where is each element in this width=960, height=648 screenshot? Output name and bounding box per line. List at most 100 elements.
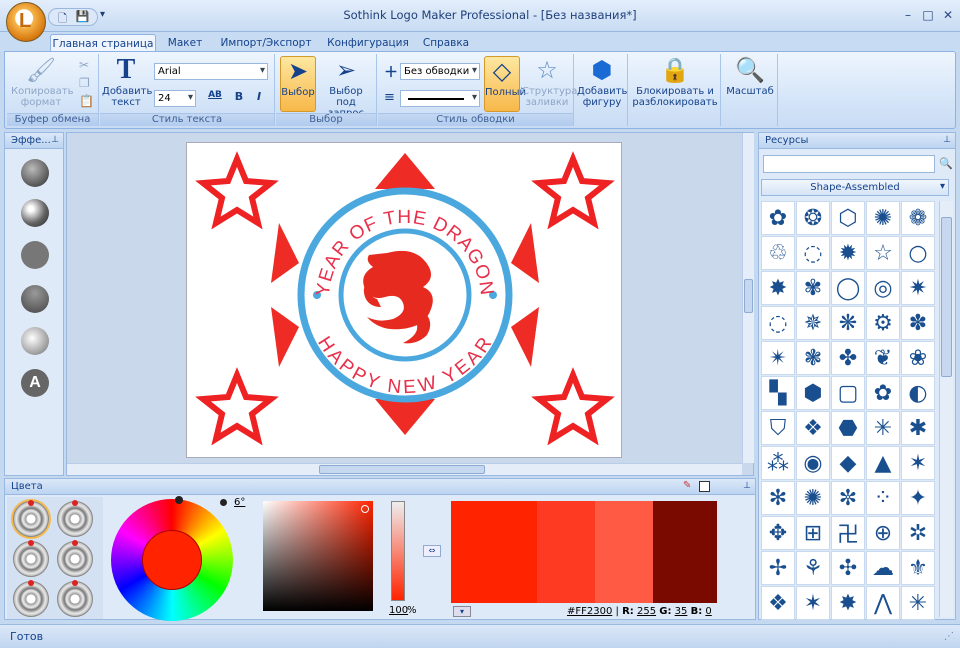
shape-tile-icon[interactable]: ❁ [901,201,935,235]
shape-tile-icon[interactable]: ⛉ [761,411,795,445]
shape-tile-icon[interactable]: ❀ [901,341,935,375]
shape-tile-icon[interactable]: ✿ [761,201,795,235]
scroll-thumb[interactable] [744,279,753,313]
shape-tile-icon[interactable]: ❖ [796,411,830,445]
picker-handle[interactable] [361,505,369,513]
select-subquery-button[interactable]: ➢ Выбор под запрос [318,56,374,119]
shape-tile-icon[interactable]: ▲ [866,446,900,480]
preset-3[interactable] [13,540,49,577]
pin-icon[interactable]: ⊥ [51,135,59,145]
shape-tile-icon[interactable]: ◐ [901,376,935,410]
shape-tile-icon[interactable]: ❂ [796,201,830,235]
white-swatch[interactable] [699,481,710,492]
resize-grip-icon[interactable]: ⋰ [944,631,954,642]
resource-category-select[interactable]: Shape-Assembled ▾ [761,179,949,196]
shape-tile-icon[interactable]: ◆ [831,446,865,480]
copy-icon[interactable]: ❐ [79,76,90,90]
copy-format-button[interactable]: 🖌 Копировать формат [11,56,73,108]
close-button[interactable]: ✕ [938,8,958,24]
preset-6[interactable] [57,580,93,617]
hex-value[interactable]: #FF2300 [567,606,612,617]
shape-tile-icon[interactable]: ☁ [866,551,900,585]
swatch-lightest[interactable] [595,501,653,603]
tab-import-export[interactable]: Импорт/Экспорт [216,34,316,52]
swatch-lighter[interactable] [537,501,595,603]
effect-text-icon[interactable]: A [21,369,49,397]
new-file-icon[interactable]: 🗋 [55,10,70,25]
shape-tile-icon[interactable]: ⁂ [761,446,795,480]
shape-tile-icon[interactable]: ◌ [761,306,795,340]
paste-icon[interactable]: 📋 [79,94,94,108]
shape-tile-icon[interactable]: ✦ [901,481,935,515]
logo-canvas[interactable]: YEAR OF THE DRAGON HAPPY NEW YEAR [186,142,622,458]
bold-button[interactable]: B [230,90,248,107]
scroll-thumb[interactable] [319,465,485,474]
shape-tile-icon[interactable]: ▢ [831,376,865,410]
add-text-button[interactable]: T Добавить текст [102,56,152,109]
shape-tile-icon[interactable]: ❖ [761,586,795,620]
shape-tile-icon[interactable]: ▚ [761,376,795,410]
shape-tile-icon[interactable]: ✻ [761,481,795,515]
shape-tile-icon[interactable]: ✴ [761,341,795,375]
shape-tile-icon[interactable]: ⊕ [866,516,900,550]
preset-5[interactable] [13,580,49,617]
shape-tile-icon[interactable]: ✢ [761,551,795,585]
shape-tile-icon[interactable]: ○ [901,236,935,270]
link-toggle-icon[interactable]: ⇔ [423,545,441,557]
shape-tile-icon[interactable]: ⋀ [866,586,900,620]
shape-tile-icon[interactable]: ❃ [796,341,830,375]
shape-tile-icon[interactable]: ◯ [831,271,865,305]
shape-tile-icon[interactable]: ✿ [866,376,900,410]
shape-tile-icon[interactable]: ✵ [796,306,830,340]
g-value[interactable]: 35 [675,606,688,617]
minimize-button[interactable]: – [898,8,918,24]
swatch-primary[interactable] [451,501,537,603]
tab-configuration[interactable]: Конфигурация [322,34,414,52]
select-button[interactable]: ➤ Выбор [280,56,316,112]
zoom-button[interactable]: 🔍 Масштаб [724,56,776,97]
horizontal-scrollbar[interactable] [67,463,742,475]
shape-tile-icon[interactable]: ✤ [831,341,865,375]
tab-home[interactable]: Главная страница [50,34,156,52]
swatch-menu-icon[interactable]: ▾ [453,606,471,617]
shape-tile-icon[interactable]: ✳ [866,411,900,445]
shape-tile-icon[interactable]: ✲ [901,516,935,550]
search-icon[interactable]: 🔍 [939,157,953,170]
tab-layout[interactable]: Макет [160,34,210,52]
preset-2[interactable] [57,500,93,537]
shape-tile-icon[interactable]: ◌ [796,236,830,270]
vertical-scrollbar[interactable] [742,133,754,463]
saturation-brightness-picker[interactable] [263,501,373,611]
pin-icon[interactable]: ⊥ [943,135,951,145]
preset-1[interactable] [13,500,49,537]
shape-tile-icon[interactable]: 卍 [831,516,865,550]
shape-tile-icon[interactable]: ♲ [761,236,795,270]
shape-tile-icon[interactable]: ✸ [761,271,795,305]
shape-tile-icon[interactable]: ⬣ [831,411,865,445]
line-style-select[interactable] [400,90,480,107]
font-size-select[interactable]: 24 [154,90,196,107]
shape-tile-icon[interactable]: ✽ [901,306,935,340]
effect-emboss[interactable] [21,327,49,355]
italic-button[interactable]: I [250,90,268,107]
opacity-value[interactable]: 100 [389,605,408,616]
resources-scrollbar[interactable] [939,201,953,617]
shape-tile-icon[interactable]: ✷ [901,271,935,305]
hue-angle[interactable]: 6° [234,497,245,508]
shape-tile-icon[interactable]: ❋ [831,306,865,340]
shape-tile-icon[interactable]: ⚙ [866,306,900,340]
shape-tile-icon[interactable]: ✥ [761,516,795,550]
pin-icon[interactable]: ⊥ [743,481,751,491]
shape-tile-icon[interactable]: ❦ [866,341,900,375]
shape-tile-icon[interactable]: ✣ [831,551,865,585]
qat-customize-icon[interactable]: ▾ [100,9,105,20]
shape-tile-icon[interactable]: ⊞ [796,516,830,550]
lock-unlock-button[interactable]: 🔒 Блокировать и разблокировать [631,56,719,108]
border-select[interactable]: Без обводки [400,63,480,80]
add-shape-button[interactable]: ⬢ Добавить фигуру [577,56,627,108]
shape-tile-icon[interactable]: ✳ [901,586,935,620]
shape-tile-icon[interactable]: ⚜ [901,551,935,585]
shape-tile-icon[interactable]: ✾ [796,271,830,305]
font-select[interactable]: Arial [154,63,268,80]
shape-tile-icon[interactable]: ✸ [831,586,865,620]
